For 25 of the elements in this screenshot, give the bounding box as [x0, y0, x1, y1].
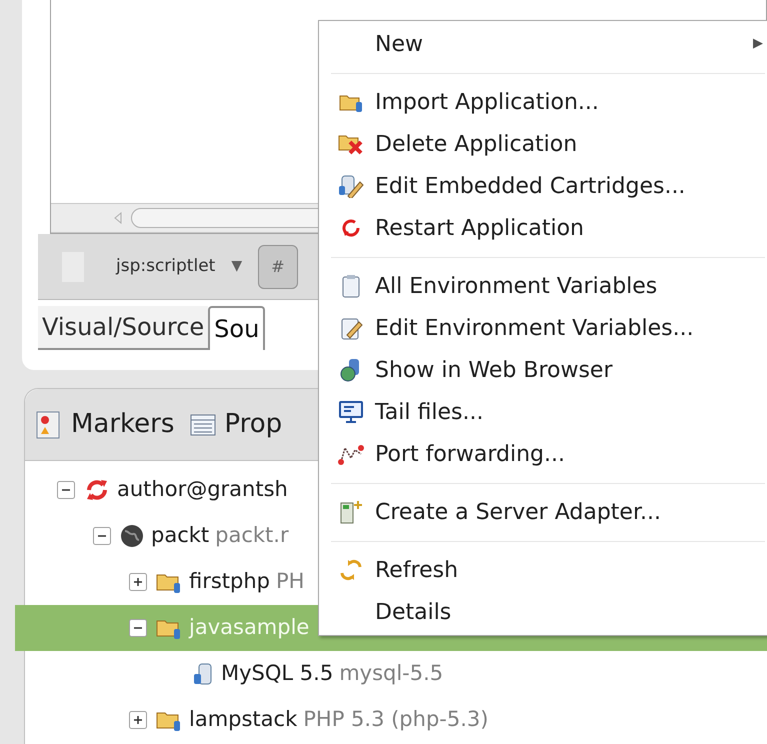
menu-item-label: Create a Server Adapter...	[375, 498, 661, 526]
menu-item-label: Refresh	[375, 556, 458, 584]
tree-item-detail: PH	[276, 568, 304, 596]
tree-item-detail: PHP 5.3 (php-5.3)	[303, 706, 488, 734]
menu-item-label: Restart Application	[375, 214, 584, 242]
submenu-arrow: ▶	[753, 35, 763, 54]
tree-item-label: lampstack	[189, 706, 298, 734]
tree-item-label: MySQL 5.5	[221, 660, 334, 688]
menu-item-label: Details	[375, 598, 452, 626]
tree-item-detail: packt.r	[215, 522, 289, 550]
menu-item-label: Edit Environment Variables...	[375, 314, 694, 342]
tree-item-label: firstphp	[189, 568, 270, 596]
tag-label: jsp:scriptlet	[116, 254, 216, 278]
tree-item-label: packt	[151, 522, 210, 550]
menu-item-label: Show in Web Browser	[375, 356, 613, 384]
menu-item-label: Delete Application	[375, 130, 578, 158]
menu-item-label: Import Application...	[375, 88, 599, 116]
menu-item-label: Tail files...	[375, 398, 484, 426]
tree-item-label: javasample	[189, 614, 310, 642]
tree-item-detail: mysql-5.5	[339, 660, 444, 688]
menu-item-label: Port forwarding...	[375, 440, 565, 468]
menu-item-label: New	[375, 30, 423, 58]
tree-item-label: author@grantsh	[117, 476, 288, 504]
menu-item-label: All Environment Variables	[375, 272, 658, 300]
menu-item-label: Edit Embedded Cartridges...	[375, 172, 686, 200]
